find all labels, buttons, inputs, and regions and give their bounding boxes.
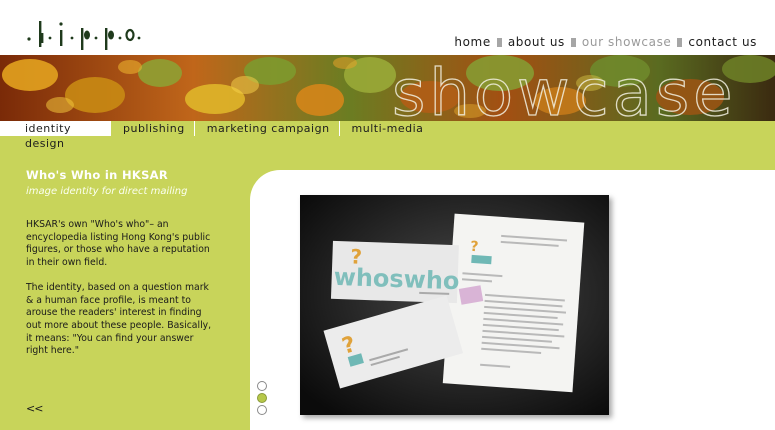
description-paragraph: HKSAR's own "Who's who"– an encyclopedia… xyxy=(26,219,211,269)
nav-our-showcase-link[interactable]: our showcase xyxy=(582,35,672,49)
pager-dot-2[interactable] xyxy=(257,393,267,403)
nav-separator xyxy=(570,37,576,47)
image-pager xyxy=(257,381,267,417)
tab-publishing[interactable]: publishing xyxy=(111,121,195,136)
project-photo: ? ? whoswho ? xyxy=(300,195,609,415)
back-button[interactable]: << xyxy=(26,402,43,415)
category-tabs: identity design publishing marketing cam… xyxy=(0,121,433,150)
project-heading: Who's Who in HKSAR image identity for di… xyxy=(26,168,216,197)
svg-text:?: ? xyxy=(470,239,479,256)
pager-dot-1[interactable] xyxy=(257,381,267,391)
showcase-banner: showcase xyxy=(0,55,775,121)
description-paragraph: The identity, based on a question mark &… xyxy=(26,281,212,357)
nav-contact-us-link[interactable]: contact us xyxy=(688,35,757,49)
hippo-logo[interactable]: hippo xyxy=(26,18,162,52)
artwork-whoswho-text: whoswho xyxy=(333,263,460,295)
top-navigation: home about us our showcase contact us xyxy=(454,35,757,49)
tab-identity-design[interactable]: identity design xyxy=(0,121,111,150)
pager-dot-3[interactable] xyxy=(257,405,267,415)
nav-separator xyxy=(496,37,502,47)
nav-about-us-link[interactable]: about us xyxy=(508,35,565,49)
tab-multi-media[interactable]: multi-media xyxy=(340,121,433,136)
project-description: HKSAR's own "Who's who"– an encyclopedia… xyxy=(26,219,216,358)
banner-showcase-text: showcase xyxy=(392,57,737,121)
hippo-logo-mark: hippo xyxy=(26,18,141,50)
envelope-top: ? whoswho xyxy=(330,240,460,304)
nav-separator xyxy=(677,37,683,47)
tab-marketing-campaign[interactable]: marketing campaign xyxy=(195,121,340,136)
svg-text:hippo: hippo xyxy=(26,18,29,19)
project-title: Who's Who in HKSAR xyxy=(26,168,169,182)
project-subtitle: image identity for direct mailing xyxy=(26,186,188,197)
nav-home-link[interactable]: home xyxy=(454,35,490,49)
